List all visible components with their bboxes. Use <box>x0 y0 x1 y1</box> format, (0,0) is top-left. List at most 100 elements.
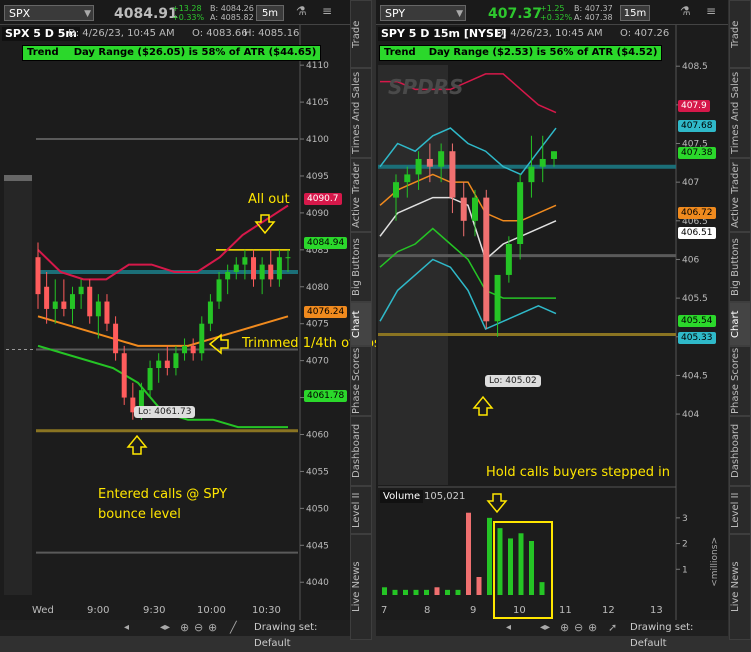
candle-body <box>69 294 75 309</box>
chevron-down-icon: ▼ <box>456 9 463 19</box>
zoom-out-icon[interactable]: ⊖ <box>194 620 203 636</box>
premarket-shade <box>378 65 448 485</box>
volume-tick-label: 2 <box>682 540 688 550</box>
right-tab-live-news[interactable]: Live News <box>729 534 751 640</box>
left-symbol: SPX <box>9 7 31 20</box>
right-lo-label: Lo: 405.02 <box>485 375 541 387</box>
left-symbol-selector[interactable]: SPX ▼ <box>4 5 94 21</box>
left-tab-phase-scores[interactable]: Phase Scores <box>350 346 372 416</box>
volume-bar <box>445 589 450 595</box>
right-x-tick-10: 10 <box>513 605 526 616</box>
right-tab-level-ii[interactable]: Level II <box>729 486 751 534</box>
left-price-label-red: 4090.7 <box>304 193 342 205</box>
right-toolbar: SPY ▼ 407.37 +1.25 +0.32% B: 407.37 A: 4… <box>376 0 728 25</box>
volume-bar <box>508 538 513 595</box>
right-tab-phase-scores[interactable]: Phase Scores <box>729 346 751 416</box>
right-x-tick-7: 7 <box>381 605 388 616</box>
y-tick-label: 4040 <box>306 578 329 588</box>
pan-icon[interactable]: ◂▸ <box>540 620 550 636</box>
volume-value: 105,021 <box>424 491 466 502</box>
right-tab-big-buttons[interactable]: Big Buttons <box>729 232 751 302</box>
right-change: +1.25 <box>540 4 565 13</box>
crosshair-icon[interactable]: ⊕ <box>180 620 189 636</box>
right-flask-icon[interactable]: ⚗ <box>680 4 691 18</box>
volume-bar <box>382 587 387 595</box>
volume-bar <box>497 528 503 595</box>
zoom-in-icon[interactable]: ⊕ <box>588 620 597 636</box>
candle-body <box>415 158 422 175</box>
left-ask: A: 4085.82 <box>210 13 254 22</box>
right-tab-chart[interactable]: Chart <box>729 302 751 346</box>
left-side-tabs: Trade Times And Sales Active Trader Big … <box>350 0 372 640</box>
pan-icon[interactable]: ◂▸ <box>160 620 170 636</box>
left-tab-level-ii[interactable]: Level II <box>350 486 372 534</box>
left-toolbar: SPX ▼ 4084.91 +13.28 +0.33% B: 4084.26 A… <box>0 0 350 25</box>
y-tick-label: 4110 <box>306 61 329 71</box>
left-tab-live-news[interactable]: Live News <box>350 534 372 640</box>
candle-body <box>199 323 205 354</box>
left-drawing-set[interactable]: Drawing set: Default <box>254 620 350 652</box>
scroll-left-icon[interactable]: ◂ <box>124 620 129 636</box>
right-tab-active-trader[interactable]: Active Trader <box>729 158 751 232</box>
volume-bar <box>434 587 440 595</box>
left-price-chart[interactable]: 4110410541004095409040854080407540704065… <box>0 25 350 620</box>
y-tick-label: 4050 <box>306 504 329 514</box>
premarket-marker <box>4 175 32 181</box>
right-price-label-cyan-low: 405.33 <box>678 332 716 344</box>
volume-bar <box>403 589 408 595</box>
right-chart-title: SPY 5 D 15m [NYSE] <box>378 27 510 41</box>
right-menu-icon[interactable]: ≡ <box>706 4 716 18</box>
pencil-icon[interactable]: ╱ <box>230 620 237 636</box>
candle-body <box>505 244 512 275</box>
volume-axis-title: <millions> <box>710 537 720 587</box>
right-price-chart[interactable]: 408.5408407.5407406.5406405.5405404.5404… <box>376 25 728 620</box>
zoom-out-icon[interactable]: ⊖ <box>574 620 583 636</box>
y-tick-label: 408.5 <box>682 62 708 72</box>
premarket-shade <box>4 175 32 595</box>
candle-body <box>35 257 41 295</box>
left-tab-chart[interactable]: Chart <box>350 302 372 346</box>
y-tick-label: 4080 <box>306 283 329 293</box>
candle-body <box>61 301 67 309</box>
left-high: H: 4085.16 <box>244 28 300 39</box>
left-change-pct: +0.33% <box>172 13 205 22</box>
left-change: +13.28 <box>172 4 202 13</box>
left-timeframe-button[interactable]: 5m <box>256 5 284 21</box>
volume-bar <box>539 582 545 595</box>
volume-bar <box>487 517 492 595</box>
left-tab-big-buttons[interactable]: Big Buttons <box>350 232 372 302</box>
volume-label: Volume <box>383 491 421 502</box>
left-menu-icon[interactable]: ≡ <box>322 4 332 18</box>
zoom-in-icon[interactable]: ⊕ <box>208 620 217 636</box>
left-tab-trade[interactable]: Trade <box>350 0 372 68</box>
y-tick-label: 4070 <box>306 357 329 367</box>
left-tab-active-trader[interactable]: Active Trader <box>350 158 372 232</box>
right-tab-trade[interactable]: Trade <box>729 0 751 68</box>
volume-tick-label: 3 <box>682 514 688 524</box>
y-tick-label: 4095 <box>306 172 329 182</box>
scroll-left-icon[interactable]: ◂ <box>506 620 511 636</box>
left-price-label-low: 4061.78 <box>304 390 348 402</box>
y-tick-label: 405.5 <box>682 294 708 304</box>
candle-body <box>426 158 433 167</box>
left-tab-dashboard[interactable]: Dashboard <box>350 416 372 486</box>
right-bid: B: 407.37 <box>574 4 613 13</box>
left-tab-times-and-sales[interactable]: Times And Sales <box>350 68 372 158</box>
candle-body <box>173 353 179 369</box>
right-tab-times-and-sales[interactable]: Times And Sales <box>729 68 751 158</box>
cursor-icon[interactable]: ➚ <box>608 620 617 636</box>
candle-body <box>182 345 188 354</box>
right-symbol-selector[interactable]: SPY ▼ <box>380 5 466 21</box>
right-tab-dashboard[interactable]: Dashboard <box>729 416 751 486</box>
right-x-tick-12: 12 <box>602 605 615 616</box>
left-x-tick-930: 9:30 <box>143 605 166 616</box>
right-x-tick-9: 9 <box>470 605 477 616</box>
annotation-entered-2: bounce level <box>98 507 181 522</box>
right-bottom-bar: ◂ ◂▸ ⊕ ⊖ ⊕ ➚ Drawing set: Default <box>376 620 728 649</box>
left-flask-icon[interactable]: ⚗ <box>296 4 307 18</box>
right-drawing-set[interactable]: Drawing set: Default <box>630 620 728 652</box>
right-timeframe-button[interactable]: 15m <box>620 5 650 21</box>
crosshair-icon[interactable]: ⊕ <box>560 620 569 636</box>
candle-body <box>393 182 399 198</box>
candle-body <box>276 257 282 280</box>
